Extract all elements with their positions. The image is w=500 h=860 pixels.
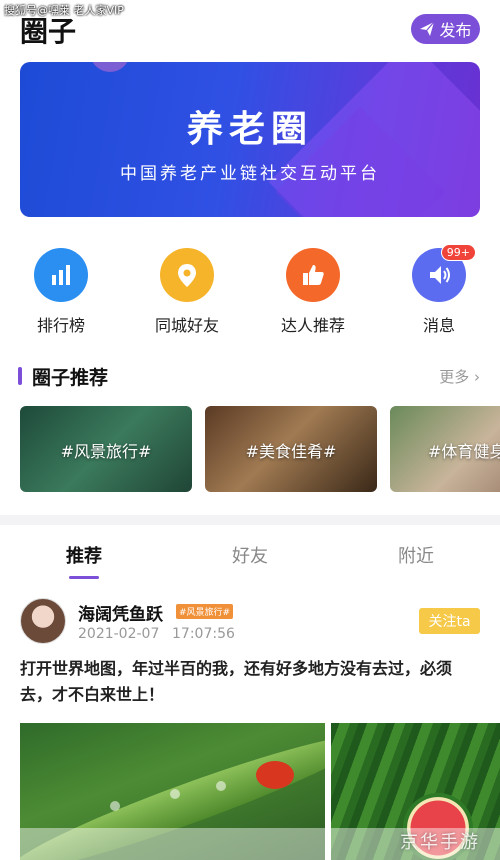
- post-header: 海阔凭鱼跃 #风景旅行# 2021-02-07 17:07:56 关注ta: [20, 598, 480, 648]
- circle-card-label: #风景旅行#: [60, 442, 152, 461]
- section-title: 圈子推荐: [32, 367, 109, 389]
- nav-item-ranking[interactable]: 排行榜: [11, 248, 111, 336]
- follow-button[interactable]: 关注ta: [419, 608, 480, 634]
- thumbs-up-icon: [286, 248, 340, 302]
- post-tag[interactable]: #风景旅行#: [176, 604, 234, 619]
- photo-droplet: [110, 801, 120, 811]
- nav-item-messages[interactable]: 99+ 消息: [389, 244, 489, 336]
- quick-nav: 排行榜 同城好友 达人推荐 99+ 消息: [0, 244, 500, 338]
- publish-label: 发布: [439, 21, 472, 40]
- section-divider: [0, 515, 500, 525]
- circle-card-sports[interactable]: #体育健身: [390, 406, 500, 492]
- nav-label: 达人推荐: [280, 316, 345, 335]
- more-label: 更多: [439, 368, 470, 386]
- active-tab-indicator: [69, 576, 99, 579]
- banner-title: 养老圈: [186, 109, 313, 150]
- section-accent-bar: [18, 367, 22, 385]
- bar-chart-icon: [34, 248, 88, 302]
- tab-nearby[interactable]: 附近: [356, 542, 476, 568]
- banner-decoration: [90, 62, 130, 72]
- circle-card-label: #体育健身: [428, 442, 500, 461]
- unread-badge: 99+: [440, 244, 476, 261]
- publish-button[interactable]: 发布: [411, 14, 480, 44]
- post-time: 17:07:56: [172, 626, 235, 642]
- avatar[interactable]: [20, 598, 66, 644]
- photo-ladybug: [256, 761, 294, 789]
- section-header: 圈子推荐 更多 ›: [18, 363, 480, 389]
- post-text: 打开世界地图，年过半百的我，还有好多地方没有去过，必须去，才不白来世上！: [20, 659, 453, 704]
- nav-label: 消息: [422, 316, 455, 335]
- nav-label: 排行榜: [36, 316, 85, 335]
- watermark-top-text: 搜狐号@嘿莱 老人家VIP: [4, 4, 124, 17]
- chevron-right-icon: ›: [474, 368, 480, 386]
- circle-card-scenery[interactable]: #风景旅行#: [20, 406, 192, 492]
- banner-subtitle: 中国养老产业链社交互动平台: [120, 164, 380, 184]
- banner[interactable]: 养老圈 中国养老产业链社交互动平台: [20, 62, 480, 217]
- send-icon: [420, 21, 435, 36]
- post-author[interactable]: 海阔凭鱼跃: [78, 600, 163, 625]
- circle-cards: #风景旅行# #美食佳肴# #体育健身: [20, 406, 500, 492]
- nav-item-local-friends[interactable]: 同城好友: [137, 248, 237, 336]
- photo-droplet: [170, 789, 180, 799]
- tab-recommended[interactable]: 推荐: [24, 542, 144, 568]
- circle-card-food[interactable]: #美食佳肴#: [205, 406, 377, 492]
- watermark-bottom-text: 京华手游: [400, 832, 480, 853]
- nav-item-influencers[interactable]: 达人推荐: [263, 248, 363, 336]
- tab-friends[interactable]: 好友: [190, 542, 310, 568]
- location-pin-icon: [160, 248, 214, 302]
- post-date: 2021-02-07: [78, 626, 160, 642]
- more-link[interactable]: 更多 ›: [439, 366, 480, 387]
- speaker-icon: 99+: [412, 244, 476, 302]
- circle-card-label: #美食佳肴#: [245, 442, 337, 461]
- photo-droplet: [216, 781, 226, 791]
- feed-tabs: 推荐 好友 附近: [0, 530, 500, 580]
- nav-label: 同城好友: [154, 316, 219, 335]
